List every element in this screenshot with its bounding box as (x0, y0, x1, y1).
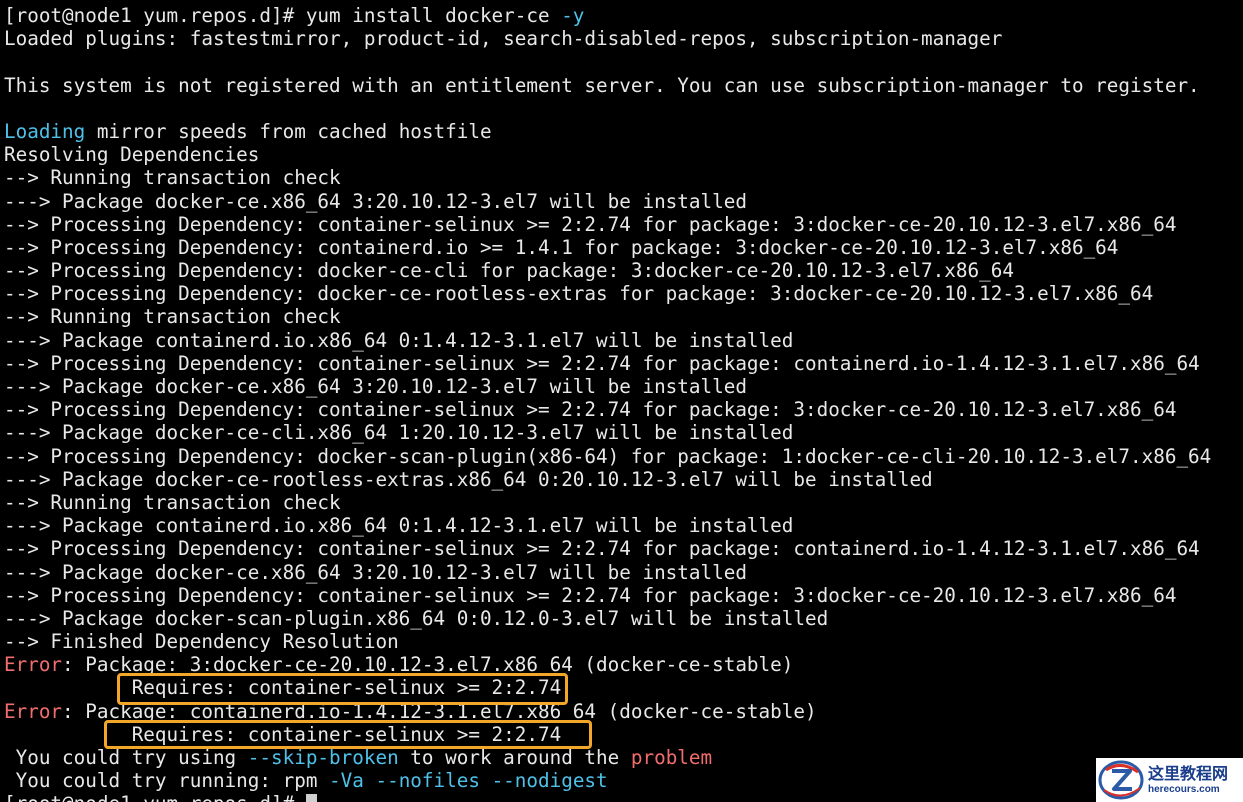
terminal-text: --> Processing Dependency: docker-scan-p… (4, 444, 1212, 468)
terminal-line: Loaded plugins: fastestmirror, product-i… (4, 27, 1211, 50)
terminal-line: --> Processing Dependency: container-sel… (4, 537, 1211, 560)
terminal-text: --> Running transaction check (4, 490, 341, 514)
terminal-text: --> Processing Dependency: docker-ce-cli… (4, 259, 1014, 283)
terminal-line: --> Processing Dependency: container-sel… (4, 213, 1211, 236)
terminal-line: [root@node1 yum.repos.d]# (4, 792, 1211, 802)
terminal-line: --> Processing Dependency: docker-ce-cli… (4, 259, 1211, 282)
terminal-text: Loading (4, 119, 86, 143)
terminal-text: to work around the (398, 746, 631, 769)
terminal-line: You could try running: rpm -Va --nofiles… (4, 769, 1211, 792)
terminal-line: --> Processing Dependency: containerd.io… (4, 236, 1211, 259)
terminal-text: Error (4, 653, 63, 677)
terminal-line: --> Running transaction check (4, 491, 1211, 514)
highlight-box-requires-2 (104, 720, 592, 749)
terminal-text: [root@node1 yum.repos.d]# yum install do… (4, 4, 562, 27)
terminal-text: ---> Package docker-ce-rootless-extras.x… (4, 467, 933, 491)
terminal-text: --> Processing Dependency: containerd.io… (4, 235, 1119, 259)
terminal-line: Resolving Dependencies (4, 143, 1211, 166)
terminal-text: This system is not registered with an en… (4, 73, 1200, 97)
terminal-line: --> Processing Dependency: container-sel… (4, 398, 1211, 421)
terminal-text: --skip-broken (247, 746, 399, 769)
terminal-text: problem (630, 746, 713, 769)
terminal-text: --> Processing Dependency: container-sel… (4, 537, 1200, 561)
terminal-text: ---> Package docker-ce.x86_64 3:20.10.12… (4, 560, 747, 584)
terminal-text: ---> Package docker-ce.x86_64 3:20.10.12… (4, 375, 747, 398)
terminal-text: --> Processing Dependency: container-sel… (4, 351, 1200, 375)
terminal-text: ---> Package containerd.io.x86_64 0:1.4.… (4, 328, 794, 352)
terminal-line: ---> Package containerd.io.x86_64 0:1.4.… (4, 514, 1211, 537)
terminal-line: Loading mirror speeds from cached hostfi… (4, 120, 1211, 143)
terminal-line: --> Finished Dependency Resolution (4, 630, 1211, 653)
terminal-line: ---> Package docker-ce-rootless-extras.x… (4, 468, 1211, 491)
terminal-line: This system is not registered with an en… (4, 74, 1211, 97)
terminal-line: --> Running transaction check (4, 305, 1211, 328)
terminal-line: --> Processing Dependency: docker-ce-roo… (4, 282, 1211, 305)
terminal-text: Resolving Dependencies (4, 143, 260, 167)
terminal-cursor (305, 794, 317, 802)
terminal-line: ---> Package docker-ce.x86_64 3:20.10.12… (4, 561, 1211, 584)
logo-icon (1098, 760, 1144, 800)
terminal-line: --> Processing Dependency: docker-scan-p… (4, 445, 1211, 468)
terminal-text: --> Running transaction check (4, 305, 341, 329)
terminal-window[interactable]: [root@node1 yum.repos.d]# yum install do… (0, 0, 1243, 802)
terminal-text: --> Processing Dependency: container-sel… (4, 398, 1177, 422)
terminal-text: --> Finished Dependency Resolution (4, 630, 399, 654)
terminal-line: --> Running transaction check (4, 166, 1211, 189)
terminal-text: ---> Package docker-ce.x86_64 3:20.10.12… (4, 189, 747, 213)
terminal-text: [root@node1 yum.repos.d]# (4, 792, 306, 802)
terminal-text: --> Processing Dependency: docker-ce-roo… (4, 282, 1154, 306)
terminal-text: --> Processing Dependency: container-sel… (4, 212, 1177, 236)
terminal-text: ---> Package docker-ce-cli.x86_64 1:20.1… (4, 421, 794, 445)
terminal-text: mirror speeds from cached hostfile (85, 119, 492, 143)
terminal-line: --> Processing Dependency: container-sel… (4, 352, 1211, 375)
terminal-line: ---> Package docker-ce.x86_64 3:20.10.12… (4, 375, 1211, 398)
terminal-text: -Va --nofiles --nodigest (329, 769, 608, 793)
highlight-box-requires-1 (117, 673, 568, 705)
terminal-text: You could try running: rpm (4, 769, 330, 793)
terminal-line: [root@node1 yum.repos.d]# yum install do… (4, 4, 1211, 27)
terminal-text: Error (4, 699, 63, 723)
watermark: 这里教程网 herecours.com (1096, 758, 1243, 802)
terminal-text: Loaded plugins: fastestmirror, product-i… (4, 27, 1003, 51)
terminal-line: You could try using --skip-broken to wor… (4, 746, 1211, 769)
terminal-line: ---> Package docker-scan-plugin.x86_64 0… (4, 607, 1211, 630)
terminal-line: ---> Package docker-ce.x86_64 3:20.10.12… (4, 190, 1211, 213)
terminal-text: --> Processing Dependency: container-sel… (4, 583, 1177, 607)
terminal-text: -y (561, 4, 585, 27)
terminal-text: ---> Package containerd.io.x86_64 0:1.4.… (4, 514, 794, 538)
terminal-line: ---> Package docker-ce-cli.x86_64 1:20.1… (4, 421, 1211, 444)
terminal-line: --> Processing Dependency: container-sel… (4, 584, 1211, 607)
watermark-cn-text: 这里教程网 (1148, 764, 1229, 783)
terminal-text: ---> Package docker-scan-plugin.x86_64 0… (4, 606, 829, 630)
terminal-text: --> Running transaction check (4, 166, 341, 190)
terminal-line: ---> Package containerd.io.x86_64 0:1.4.… (4, 329, 1211, 352)
terminal-text: You could try using (4, 746, 248, 769)
watermark-en-text: herecours.com (1148, 784, 1220, 795)
